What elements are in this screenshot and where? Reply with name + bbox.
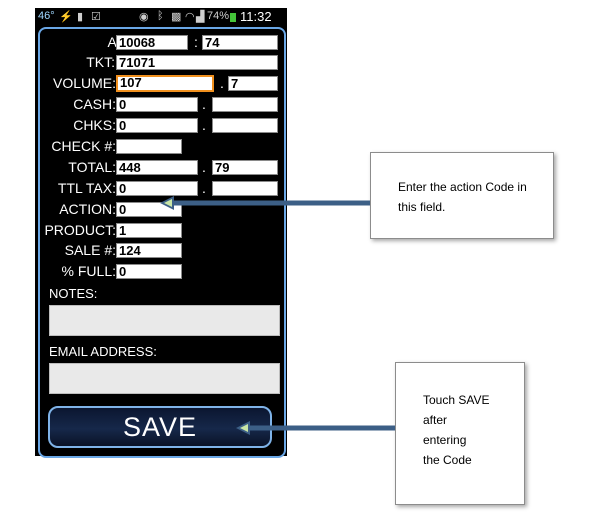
action-arrow: [160, 196, 370, 210]
callout-arrows: [160, 196, 395, 435]
save-arrow: [236, 421, 395, 435]
